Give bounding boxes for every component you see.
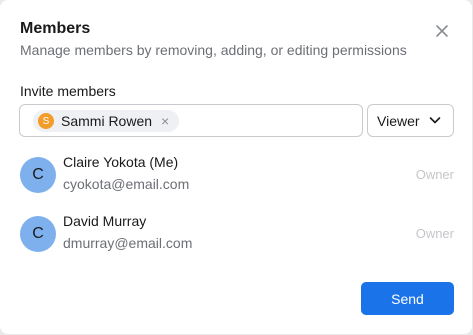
invite-role-value: Viewer	[377, 112, 420, 129]
remove-invitee-icon[interactable]: ×	[161, 114, 169, 128]
invitee-chip: S Sammi Rowen ×	[33, 110, 180, 132]
dialog-title: Members	[20, 20, 91, 37]
close-icon	[436, 25, 448, 37]
invite-members-input[interactable]: S Sammi Rowen ×	[19, 104, 363, 137]
members-dialog: Members Manage members by removing, addi…	[0, 0, 472, 334]
invite-members-label: Invite members	[20, 83, 116, 99]
member-row: C Claire Yokota (Me) cyokota@email.com O…	[20, 154, 454, 197]
member-email: cyokota@email.com	[63, 176, 190, 192]
close-button[interactable]	[431, 20, 453, 42]
invite-role-select[interactable]: Viewer	[367, 104, 454, 137]
member-role: Owner	[415, 167, 454, 182]
member-avatar: C	[20, 216, 56, 252]
member-name: David Murray	[63, 213, 147, 229]
member-role: Owner	[415, 226, 454, 241]
invitee-name: Sammi Rowen	[61, 113, 153, 129]
chevron-down-icon	[429, 117, 441, 124]
dialog-subtitle: Manage members by removing, adding, or e…	[20, 42, 407, 58]
member-email: dmurray@email.com	[63, 235, 193, 251]
send-button[interactable]: Send	[361, 282, 454, 315]
member-name: Claire Yokota (Me)	[63, 154, 179, 170]
invitee-avatar: S	[38, 113, 54, 129]
member-row: C David Murray dmurray@email.com Owner	[20, 213, 454, 256]
member-avatar: C	[20, 157, 56, 193]
